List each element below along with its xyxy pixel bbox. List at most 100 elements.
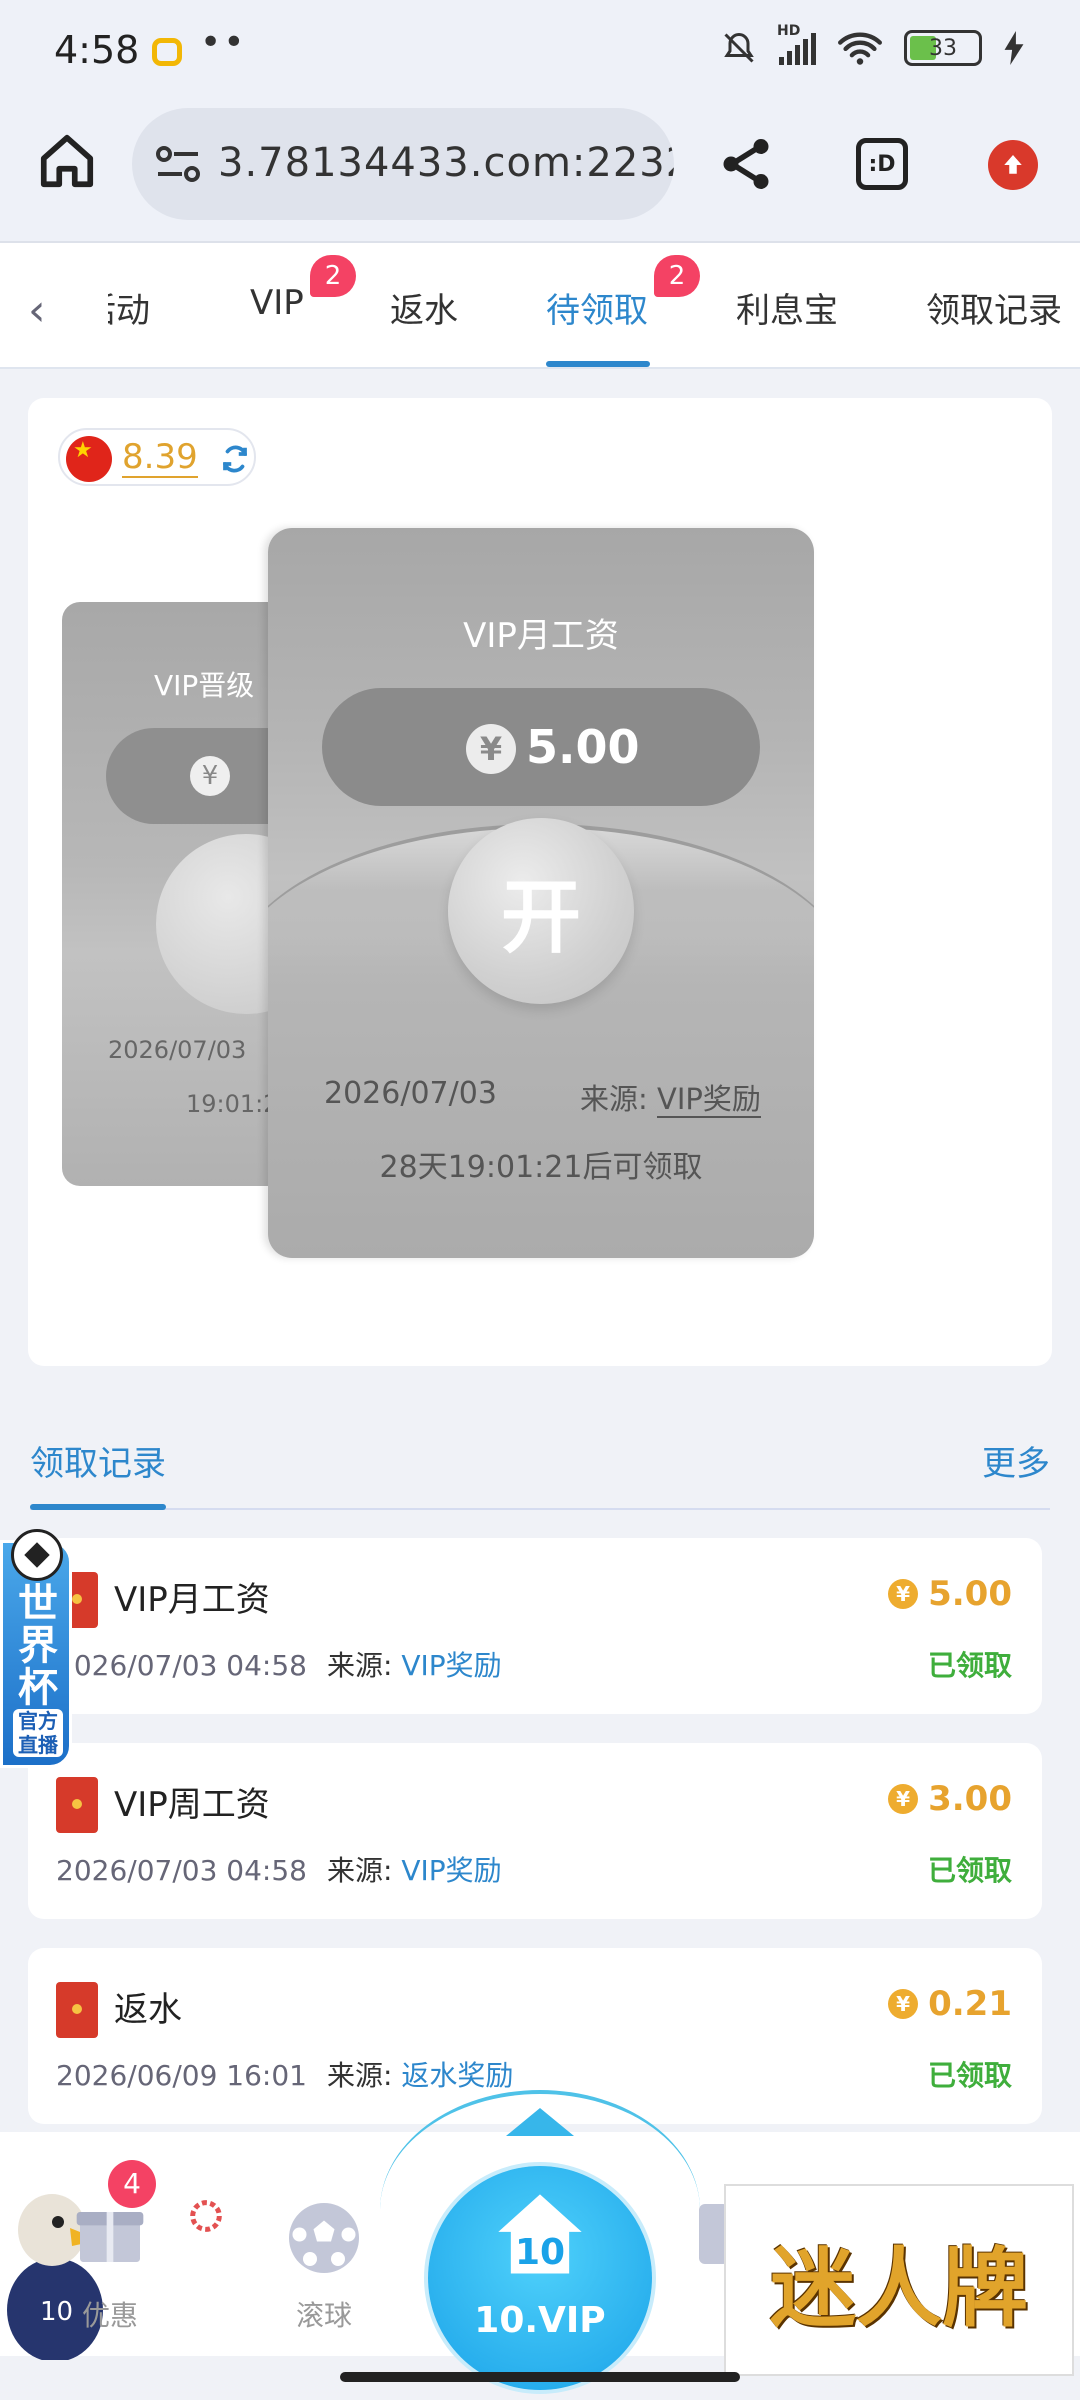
refresh-icon[interactable]: [220, 444, 250, 474]
tab-label: 利息宝: [736, 291, 838, 331]
pending-rewards-card: ★ 8.39 VIP晋级 ¥ 2026/07/03 19:01:21 VIP月工…: [28, 398, 1052, 1366]
red-envelope-icon: [56, 1982, 98, 2038]
more-link[interactable]: 更多: [982, 1436, 1050, 1485]
record-time: 2026/07/03 04:58: [56, 1649, 307, 1682]
envelope-source: 来源: VIP奖励: [580, 1076, 761, 1118]
ad-text: 迷人牌: [770, 2237, 1028, 2339]
record-name: 返水: [114, 1990, 182, 2030]
worldcup-title: 世界杯: [18, 1581, 58, 1711]
vip-label: 10.VIP: [474, 2300, 606, 2341]
tabs-button[interactable]: :D: [856, 138, 908, 190]
tabs-label: :D: [868, 151, 896, 177]
signal-icon: HD: [777, 23, 816, 65]
record-status: 已领取: [927, 1649, 1012, 1682]
soccer-ball-icon: [11, 1529, 63, 1581]
record-amount: 3.00: [928, 1779, 1012, 1819]
status-more-icon: ••: [200, 22, 247, 63]
worldcup-floating-button[interactable]: 世界杯 官方直播: [0, 1529, 72, 1768]
tab-interest[interactable]: 利息宝: [736, 283, 838, 332]
balance-pill: ★ 8.39: [58, 428, 256, 486]
tab-vip[interactable]: VIP 2: [250, 255, 356, 323]
browser-toolbar: 3.78134433.com:22323 :D: [0, 100, 1080, 243]
tab-label: 领取记录: [926, 291, 1062, 331]
category-tabs: ‹ 活动 VIP 2 返水 待领取 2 利息宝 领取记录: [0, 243, 1080, 369]
battery-level: 33: [929, 35, 957, 61]
record-time: 2026/06/09 16:01: [56, 2059, 307, 2092]
tab-label: VIP: [250, 283, 304, 323]
record-source: 返水奖励: [401, 2059, 514, 2092]
envelope-date: 2026/07/03: [324, 1076, 497, 1111]
tab-badge: 2: [310, 255, 356, 297]
tab-label: 返水: [390, 291, 458, 331]
open-label: 开: [501, 871, 581, 964]
nav-promotions[interactable]: 优惠: [40, 2188, 180, 2332]
source-label: 来源:: [326, 2059, 393, 2092]
home-icon[interactable]: [36, 130, 98, 192]
coin-icon: ¥: [466, 724, 516, 774]
mute-icon: [724, 32, 754, 63]
record-meta: 2026/07/03 04:58 来源: VIP奖励: [56, 1849, 502, 1889]
record-amount-group: ¥0.21: [888, 1984, 1012, 2024]
tab-claim-history[interactable]: 领取记录: [926, 283, 1062, 332]
record-amount-group: ¥3.00: [888, 1779, 1012, 1819]
record-name: VIP周工资: [114, 1785, 270, 1825]
worldcup-subtitle: 官方直播: [13, 1709, 63, 1757]
envelope-amount-pill: ¥ 5.00: [322, 688, 760, 806]
active-tab-indicator: [546, 361, 650, 367]
envelope-title: VIP晋级: [154, 669, 255, 702]
red-envelope-icon: [56, 1777, 98, 1833]
tab-rebate[interactable]: 返水: [390, 283, 458, 332]
chevron-left-icon[interactable]: ‹: [28, 285, 46, 336]
wifi-icon: [838, 32, 882, 65]
envelope-amount: 5.00: [526, 720, 640, 774]
record-name: VIP月工资: [114, 1580, 270, 1620]
record-source: VIP奖励: [401, 1649, 502, 1682]
divider: [30, 1508, 1050, 1510]
site-settings-icon[interactable]: [154, 144, 202, 184]
record-amount: 5.00: [928, 1574, 1012, 1614]
coin-icon: ¥: [190, 756, 230, 796]
lantern-icon: [190, 2200, 222, 2232]
nav-label: 滚球: [295, 2299, 352, 2332]
records-tab-indicator: [30, 1504, 166, 1510]
nav-label: 优惠: [81, 2299, 138, 2332]
nav-live[interactable]: 滚球: [254, 2188, 394, 2332]
coin-icon: ¥: [888, 1989, 919, 2019]
tab-label: 活动: [82, 291, 150, 331]
record-meta: 2026/07/03 04:58 来源: VIP奖励: [56, 1644, 502, 1684]
notification-icon: [152, 38, 182, 66]
status-icons: HD 33: [721, 23, 1024, 66]
network-type: HD: [777, 23, 801, 39]
record-meta: 2026/06/09 16:01 来源: 返水奖励: [56, 2054, 513, 2094]
url-text: 3.78134433.com:22323: [218, 140, 674, 186]
upload-icon[interactable]: [988, 140, 1038, 190]
record-amount: 0.21: [928, 1984, 1012, 2024]
source-label: 来源:: [326, 1854, 393, 1887]
tab-activity[interactable]: 活动: [108, 283, 150, 332]
envelope-title: VIP月工资: [463, 616, 619, 656]
source-label: 来源:: [580, 1082, 648, 1116]
vip-center-button[interactable]: 10 10.VIP: [428, 2166, 652, 2390]
coin-icon: ¥: [888, 1784, 919, 1814]
share-icon[interactable]: [716, 134, 776, 194]
charging-icon: [1004, 31, 1024, 65]
claim-countdown: 28天19:01:21后可领取: [379, 1150, 703, 1185]
records-tab[interactable]: 领取记录: [30, 1436, 166, 1485]
record-source: VIP奖励: [401, 1854, 502, 1887]
record-time: 2026/07/03 04:58: [56, 1854, 307, 1887]
gesture-bar[interactable]: [340, 2372, 740, 2382]
battery-icon: 33: [904, 30, 982, 66]
record-amount-group: ¥5.00: [888, 1574, 1012, 1614]
envelope-date: 2026/07/03: [108, 1036, 247, 1064]
record-item[interactable]: VIP周工资 2026/07/03 04:58 来源: VIP奖励 ¥3.00 已…: [28, 1743, 1042, 1919]
source-link[interactable]: VIP奖励: [657, 1082, 761, 1118]
nav-badge: 4: [108, 2160, 156, 2208]
address-bar[interactable]: 3.78134433.com:22323: [132, 108, 674, 220]
open-envelope-button[interactable]: 开: [448, 818, 634, 1004]
tab-pending[interactable]: 待领取 2: [546, 255, 700, 332]
china-flag-icon: ★: [66, 436, 112, 482]
advertisement-banner[interactable]: 迷人牌: [724, 2184, 1074, 2376]
record-item[interactable]: VIP月工资 2026/07/03 04:58 来源: VIP奖励 ¥5.00 已…: [28, 1538, 1042, 1714]
up-arrow-icon: [506, 2108, 574, 2136]
coin-icon: ¥: [888, 1579, 919, 1609]
